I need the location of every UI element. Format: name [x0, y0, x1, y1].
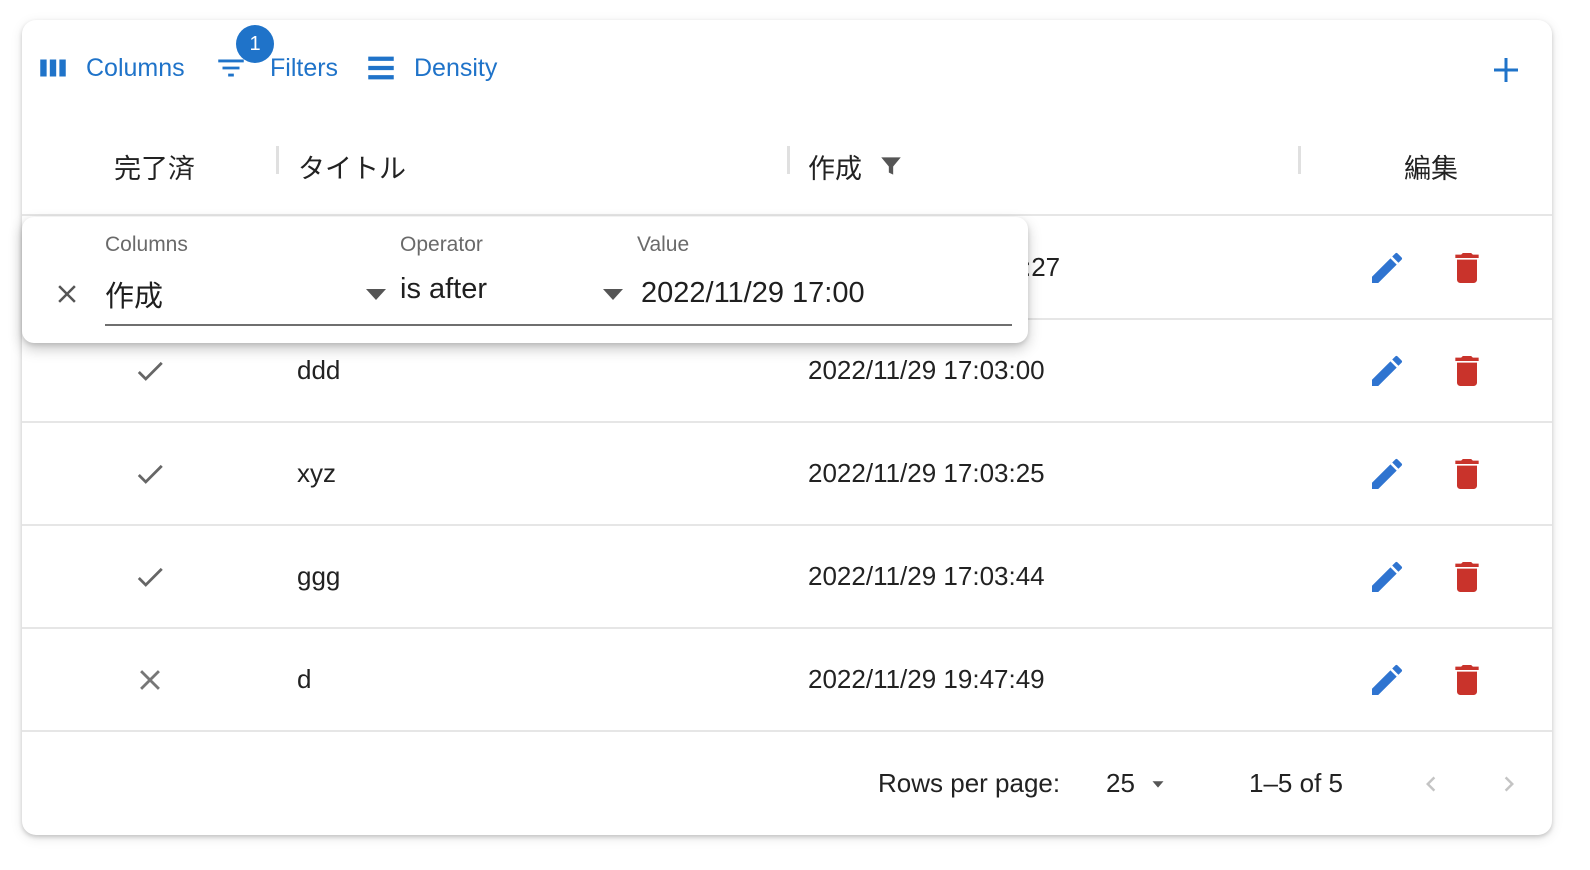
- column-header-done-label: 完了済: [114, 153, 195, 184]
- filter-list-icon: 1: [214, 25, 274, 85]
- check-icon: [137, 464, 163, 484]
- density-icon: [364, 51, 398, 85]
- column-header-edit: 編集: [1404, 116, 1458, 216]
- data-grid: Columns 1 Filters Density 完了済 タイトル 作成 編集…: [22, 20, 1552, 835]
- columns-button-label: Columns: [86, 53, 185, 82]
- column-header-title[interactable]: タイトル: [298, 116, 406, 216]
- filter-columns-select[interactable]: 作成: [105, 273, 163, 315]
- filters-button[interactable]: 1 Filters: [214, 25, 339, 86]
- pencil-icon: [1372, 355, 1403, 386]
- pagination-footer: Rows per page: 25 1–5 of 5: [22, 732, 1552, 835]
- column-header-created-label: 作成: [808, 153, 862, 184]
- created-cell: 2022/11/29 19:47:49: [808, 664, 1045, 694]
- chevron-right-icon: [1504, 776, 1514, 791]
- check-icon: [137, 361, 163, 381]
- edit-button[interactable]: [1364, 423, 1410, 524]
- title-cell: ggg: [297, 561, 341, 591]
- created-cell: 2022/11/29 17:03:25: [808, 458, 1045, 488]
- chevron-left-icon: [1426, 776, 1436, 791]
- filter-operator-underline: [389, 324, 626, 326]
- delete-button[interactable]: [1444, 217, 1490, 318]
- caret-down-icon[interactable]: [603, 289, 623, 301]
- filter-value-input[interactable]: 2022/11/29 17:00: [641, 277, 865, 310]
- trash-icon: [1455, 561, 1479, 592]
- previous-page-button[interactable]: [1416, 732, 1446, 835]
- edit-button[interactable]: [1364, 629, 1410, 730]
- trash-icon: [1455, 252, 1479, 283]
- plus-icon: [1494, 58, 1518, 82]
- edit-button[interactable]: [1364, 526, 1410, 627]
- grid-toolbar: Columns 1 Filters Density: [22, 20, 1552, 116]
- done-cell: [132, 423, 168, 524]
- density-button-label: Density: [414, 53, 498, 82]
- filter-operator-select[interactable]: is after: [400, 273, 487, 306]
- table-row[interactable]: xyz 2022/11/29 17:03:25: [22, 423, 1552, 526]
- done-cell: [132, 629, 168, 730]
- trash-icon: [1455, 458, 1479, 489]
- check-icon: [137, 567, 163, 587]
- pencil-icon: [1372, 664, 1403, 695]
- pagination-range: 1–5 of 5: [1249, 768, 1343, 798]
- rows-per-page-select[interactable]: 25: [1106, 732, 1169, 835]
- column-header-done[interactable]: 完了済: [114, 116, 195, 216]
- column-header-edit-label: 編集: [1404, 153, 1458, 184]
- delete-button[interactable]: [1444, 423, 1490, 524]
- filter-operator-label: Operator: [400, 233, 483, 256]
- remove-filter-icon[interactable]: [52, 279, 82, 309]
- columns-button[interactable]: Columns: [36, 50, 185, 86]
- column-header-created[interactable]: 作成: [808, 116, 904, 216]
- created-cell: :27: [1024, 252, 1061, 282]
- rows-per-page-label: Rows per page:: [878, 768, 1061, 798]
- delete-button[interactable]: [1444, 526, 1490, 627]
- filters-count-badge: 1: [236, 25, 274, 63]
- title-cell: d: [297, 664, 312, 694]
- done-cell: [132, 526, 168, 627]
- title-cell: xyz: [297, 458, 336, 488]
- filter-columns-label: Columns: [105, 233, 188, 256]
- trash-icon: [1455, 664, 1479, 695]
- created-cell: 2022/11/29 17:03:44: [808, 561, 1045, 591]
- column-separator[interactable]: [1298, 146, 1301, 174]
- table-row[interactable]: ggg 2022/11/29 17:03:44: [22, 526, 1552, 629]
- delete-button[interactable]: [1444, 320, 1490, 421]
- trash-icon: [1455, 355, 1479, 386]
- filter-value-label: Value: [637, 233, 690, 256]
- pencil-icon: [1372, 458, 1403, 489]
- filter-active-icon[interactable]: [878, 153, 904, 179]
- close-icon: [140, 669, 160, 690]
- column-header-title-label: タイトル: [298, 153, 406, 184]
- pencil-icon: [1372, 252, 1403, 283]
- caret-down-icon[interactable]: [366, 289, 386, 301]
- filter-panel: Columns 作成 Operator is after Value 2022/…: [22, 217, 1028, 343]
- column-separator[interactable]: [787, 146, 790, 174]
- add-button[interactable]: [1488, 52, 1524, 88]
- rows-per-page-value: 25: [1106, 768, 1135, 798]
- next-page-button[interactable]: [1494, 732, 1524, 835]
- density-button[interactable]: Density: [364, 50, 497, 86]
- edit-button[interactable]: [1364, 217, 1410, 318]
- delete-button[interactable]: [1444, 629, 1490, 730]
- pencil-icon: [1372, 561, 1403, 592]
- filter-value-underline: [626, 324, 1012, 326]
- filter-columns-underline: [105, 324, 389, 326]
- filters-button-label: Filters: [270, 53, 339, 82]
- view-column-icon: [36, 51, 70, 85]
- table-row[interactable]: d 2022/11/29 19:47:49: [22, 629, 1552, 732]
- column-separator[interactable]: [276, 146, 279, 174]
- caret-down-icon: [1152, 780, 1164, 788]
- edit-button[interactable]: [1364, 320, 1410, 421]
- column-headers: 完了済 タイトル 作成 編集: [22, 116, 1552, 216]
